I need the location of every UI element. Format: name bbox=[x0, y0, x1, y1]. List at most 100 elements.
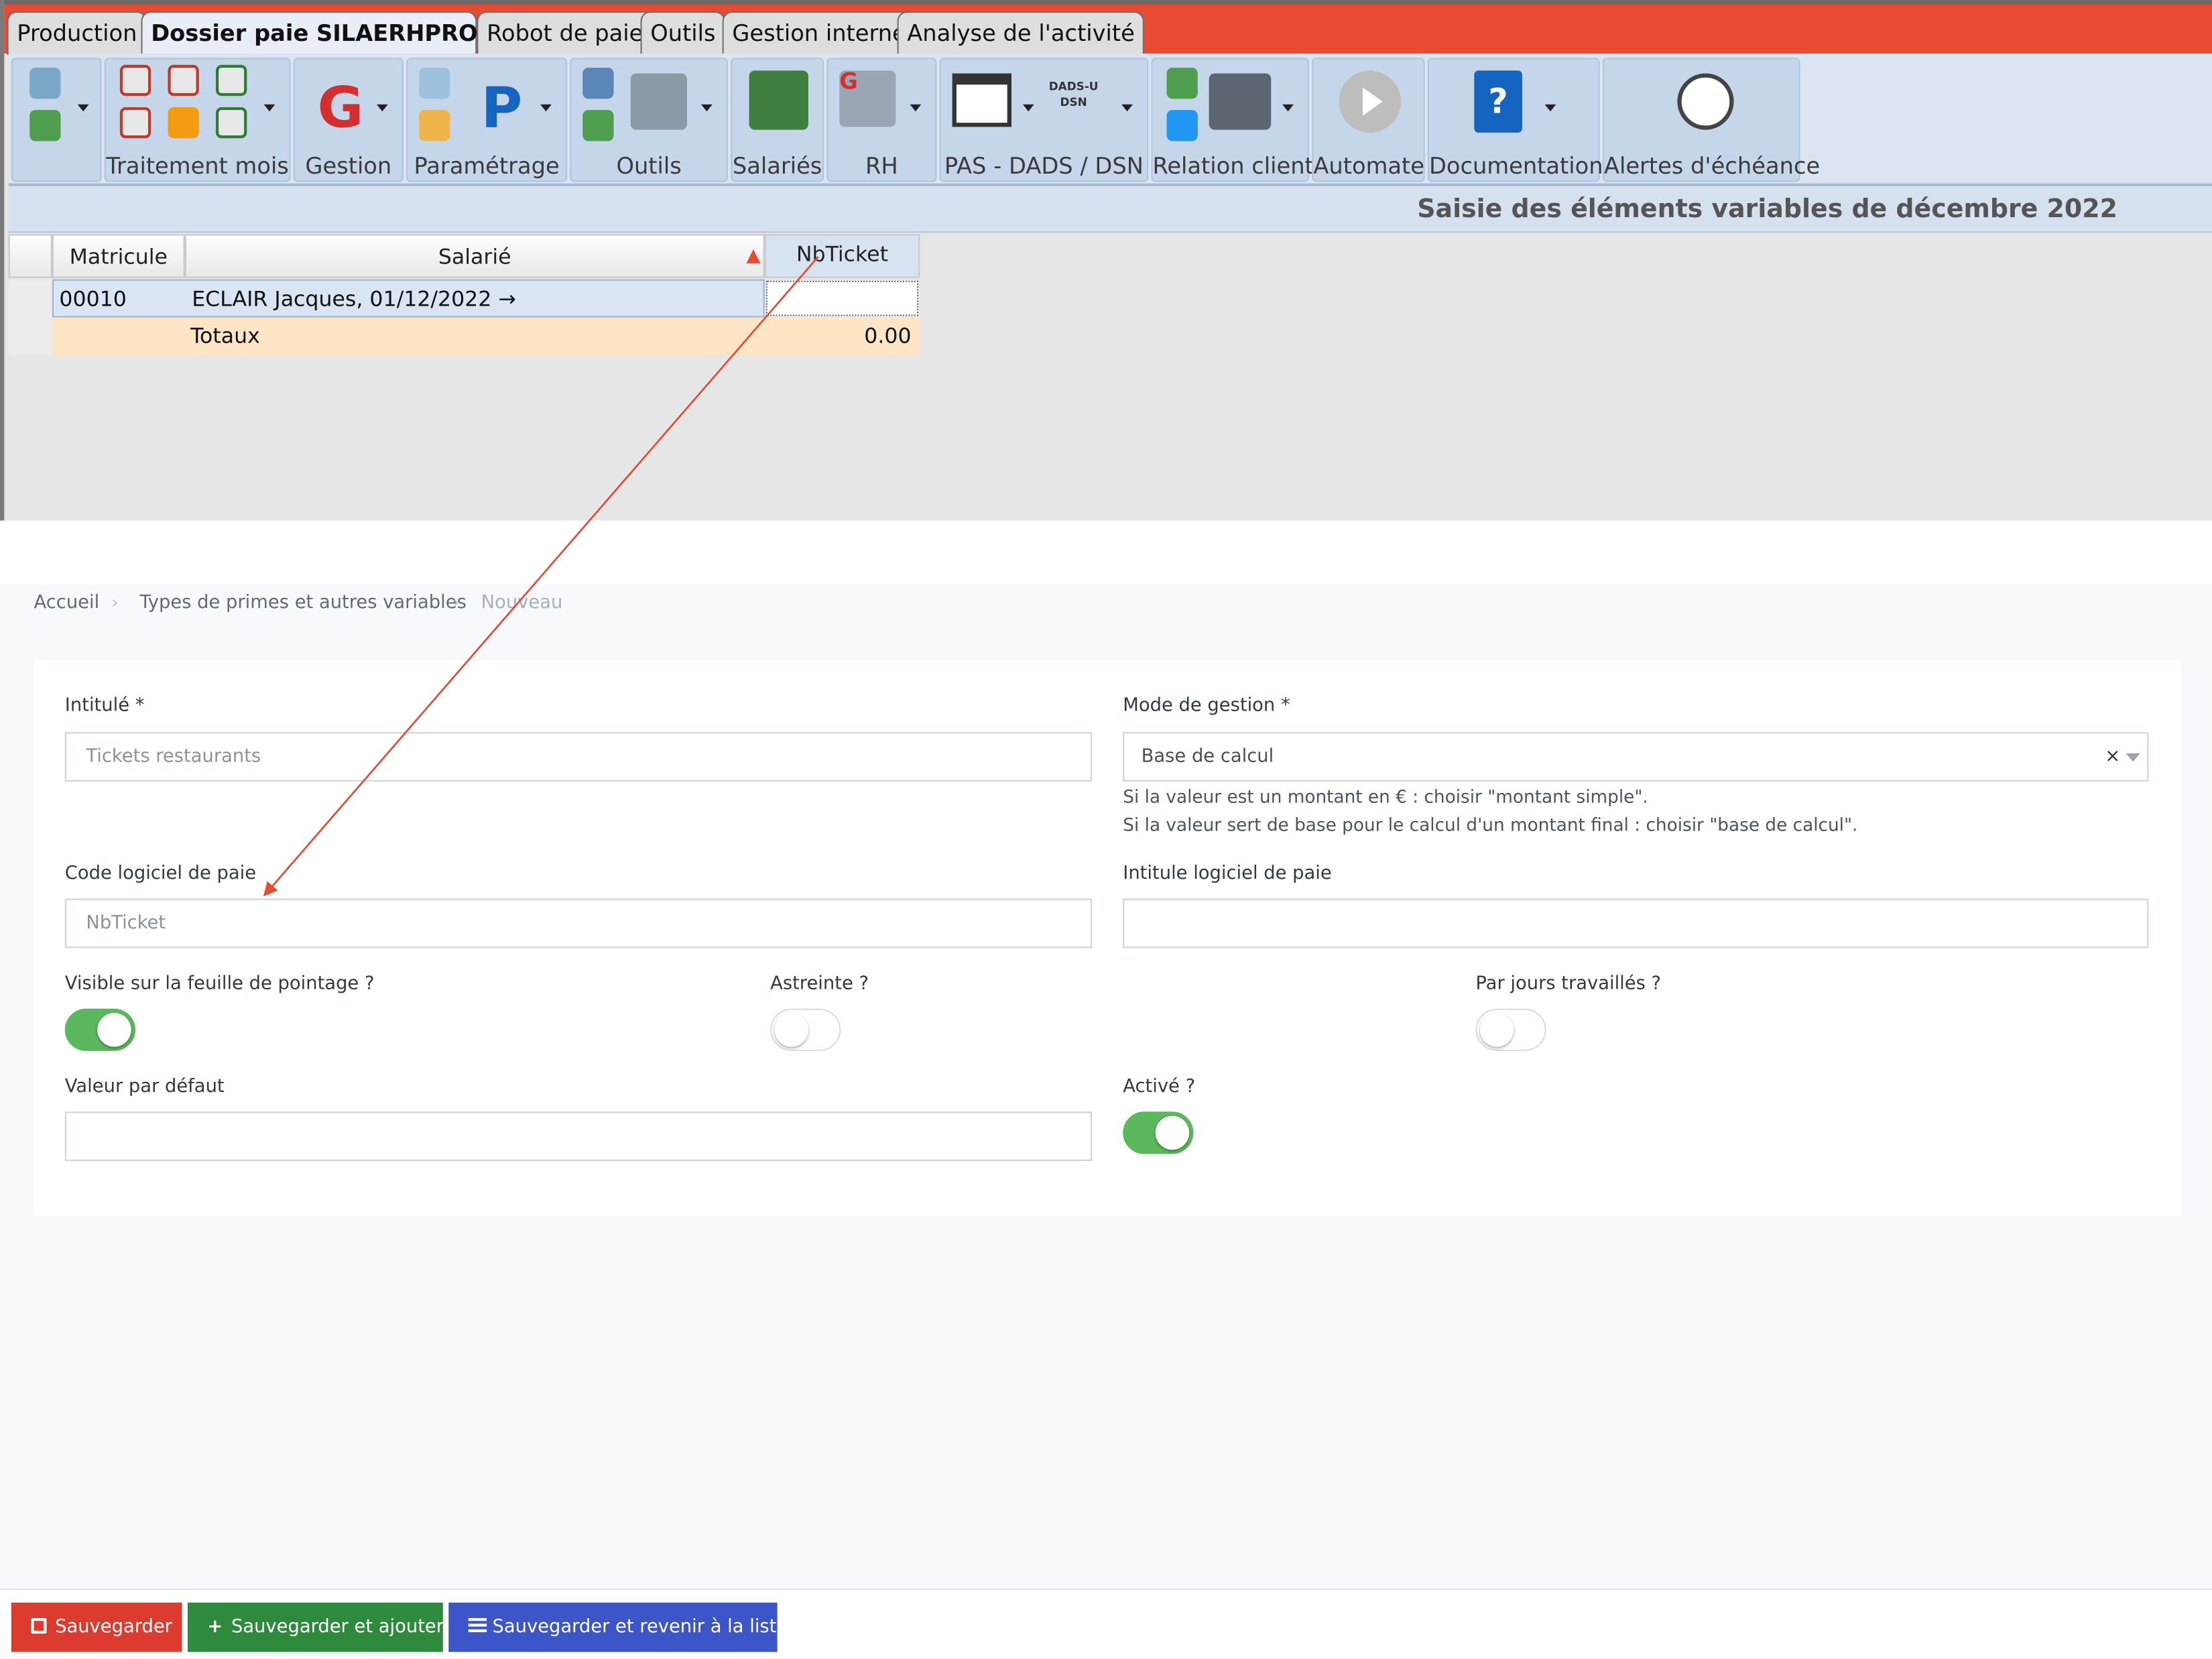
tab-outils[interactable]: Outils bbox=[640, 11, 726, 56]
employee-icon bbox=[749, 70, 808, 130]
save-and-add-button[interactable]: + Sauvegarder et ajouter bbox=[187, 1602, 444, 1652]
ribbon-group-rh[interactable]: G RH bbox=[826, 58, 937, 182]
ribbon-group-outils[interactable]: Outils bbox=[570, 58, 728, 182]
ribbon-group-gestion[interactable]: G Gestion bbox=[293, 58, 404, 182]
play-triangle bbox=[1363, 87, 1383, 116]
chevron-down-icon[interactable] bbox=[263, 104, 275, 112]
code-logiciel-label: Code logiciel de paie bbox=[64, 863, 257, 885]
column-header-matricule[interactable]: Matricule bbox=[52, 234, 185, 278]
stopwatch-icon bbox=[1677, 73, 1734, 130]
intitule-input[interactable]: Tickets restaurants bbox=[64, 732, 1092, 782]
ribbon-group-automate[interactable]: Automate bbox=[1312, 58, 1425, 182]
column-header-salarie[interactable]: Salarié ▲ bbox=[184, 234, 765, 278]
code-logiciel-input[interactable]: NbTicket bbox=[64, 898, 1092, 948]
visible-pointage-label: Visible sur la feuille de pointage ? bbox=[64, 973, 375, 995]
chevron-down-icon[interactable] bbox=[910, 104, 922, 112]
breadcrumb-separator: › bbox=[111, 592, 119, 613]
ribbon-group-label: Relation client bbox=[1152, 152, 1314, 180]
mode-gestion-hint: Si la valeur sert de base pour le calcul… bbox=[1123, 814, 1858, 835]
action-footer: Sauvegarder + Sauvegarder et ajouter Sauv… bbox=[0, 1588, 2212, 1659]
tab-bar: Production Dossier paie SILAERHPRO✕ Robo… bbox=[4, 0, 2212, 56]
toggle-knob bbox=[774, 1013, 808, 1047]
save-and-return-label: Sauvegarder et revenir à la liste bbox=[492, 1616, 788, 1638]
clear-icon[interactable]: × bbox=[2105, 733, 2120, 780]
ribbon-group-label: Paramétrage bbox=[414, 152, 560, 180]
document-icon bbox=[1166, 68, 1198, 99]
visible-pointage-toggle[interactable] bbox=[64, 1008, 136, 1051]
settings-icon bbox=[419, 68, 450, 99]
mode-gestion-label: Mode de gestion * bbox=[1123, 695, 1290, 717]
totals-row: Totaux 0.00 bbox=[52, 317, 920, 356]
valeur-defaut-label: Valeur par défaut bbox=[64, 1076, 225, 1098]
page-heading-bar: Saisie des éléments variables de décembr… bbox=[8, 186, 2212, 233]
table-row[interactable]: 00010 ECLAIR Jacques, 01/12/2022 → bbox=[52, 279, 765, 318]
mode-gestion-select[interactable]: Base de calcul × bbox=[1123, 732, 2149, 782]
people-icon bbox=[29, 110, 61, 141]
intitule-logiciel-input[interactable] bbox=[1123, 898, 2149, 948]
parametrage-p-icon: P bbox=[481, 76, 523, 141]
tab-production[interactable]: Production bbox=[7, 11, 147, 56]
chevron-down-icon[interactable] bbox=[376, 104, 388, 112]
mode-gestion-hint: Si la valeur est un montant en € : chois… bbox=[1123, 786, 1648, 807]
chevron-down-icon[interactable] bbox=[1121, 104, 1133, 112]
mode-gestion-value: Base de calcul bbox=[1141, 746, 1274, 767]
ribbon-group-label: Outils bbox=[616, 152, 682, 180]
ribbon-group-label: Alertes d'échéance bbox=[1603, 152, 1821, 180]
tab-analyse-activite[interactable]: Analyse de l'activité bbox=[897, 11, 1145, 56]
ribbon-group-parametrage[interactable]: P Paramétrage bbox=[406, 58, 568, 182]
chevron-down-icon[interactable] bbox=[2126, 753, 2140, 762]
save-and-return-button[interactable]: Sauvegarder et revenir à la liste bbox=[448, 1602, 788, 1652]
ribbon-group-label: Salariés bbox=[732, 152, 822, 180]
chevron-down-icon[interactable] bbox=[1544, 104, 1556, 112]
row-selector bbox=[8, 317, 52, 356]
column-label: Salarié bbox=[438, 244, 511, 269]
grid-corner bbox=[8, 234, 52, 278]
rh-g-icon: G bbox=[839, 68, 858, 95]
active-toggle[interactable] bbox=[1123, 1111, 1194, 1154]
chevron-down-icon[interactable] bbox=[77, 104, 89, 112]
tab-label: Analyse de l'activité bbox=[907, 19, 1135, 47]
row-selector[interactable] bbox=[8, 279, 52, 318]
ribbon-group-label: Documentation bbox=[1428, 152, 1603, 180]
ribbon-group-pas-dads-dsn[interactable]: DADS-U DSN PAS - DADS / DSN bbox=[939, 58, 1149, 182]
breadcrumb-home-link[interactable]: Accueil bbox=[34, 593, 100, 614]
chevron-down-icon[interactable] bbox=[1282, 104, 1294, 112]
ribbon-group-relation-client[interactable]: Relation client bbox=[1151, 58, 1314, 182]
calendar-icon bbox=[119, 64, 151, 97]
ribbon-group-label: RH bbox=[865, 152, 898, 180]
totals-value: 0.00 bbox=[864, 322, 912, 349]
screenshot-frame: Production Dossier paie SILAERHPRO✕ Robo… bbox=[0, 0, 2212, 1659]
column-header-nbticket[interactable]: NbTicket bbox=[764, 234, 920, 278]
ribbon-group-label: Automate bbox=[1313, 152, 1424, 180]
chevron-down-icon[interactable] bbox=[540, 104, 552, 112]
breadcrumb-types-link[interactable]: Types de primes et autres variables bbox=[139, 593, 467, 614]
intitule-label: Intitulé * bbox=[64, 695, 145, 717]
toggle-knob bbox=[1479, 1013, 1514, 1047]
valeur-defaut-input[interactable] bbox=[64, 1111, 1092, 1162]
cell-nbticket-input[interactable] bbox=[765, 280, 919, 316]
par-jours-toggle[interactable] bbox=[1475, 1008, 1546, 1051]
chevron-down-icon[interactable] bbox=[1022, 104, 1034, 112]
cell-matricule: 00010 bbox=[59, 286, 127, 312]
tab-dossier-paie[interactable]: Dossier paie SILAERHPRO✕ bbox=[141, 11, 513, 56]
euro-check-icon bbox=[216, 107, 247, 139]
user-tools-icon bbox=[582, 68, 614, 99]
tab-robot-de-paie[interactable]: Robot de paie bbox=[477, 11, 654, 56]
play-icon bbox=[1339, 70, 1401, 133]
ribbon-group-documentation[interactable]: ? Documentation bbox=[1427, 58, 1603, 182]
gestion-g-icon: G bbox=[317, 76, 364, 141]
list-icon bbox=[468, 1617, 487, 1633]
chevron-down-icon[interactable] bbox=[700, 104, 713, 112]
ribbon-group-label: Traitement mois bbox=[106, 152, 289, 180]
ribbon-group-salaries[interactable]: Salariés bbox=[731, 58, 824, 182]
breadcrumb-current: Nouveau bbox=[481, 592, 563, 614]
save-button[interactable]: Sauvegarder bbox=[11, 1602, 182, 1652]
ribbon-toolbar: Traitement mois G Gestion P Paramétrage … bbox=[8, 53, 2212, 186]
ribbon-group-accueil[interactable] bbox=[11, 58, 102, 182]
intitule-logiciel-label: Intitule logiciel de paie bbox=[1123, 863, 1332, 885]
tab-gestion-interne[interactable]: Gestion interne bbox=[722, 11, 916, 56]
astreinte-toggle[interactable] bbox=[770, 1008, 841, 1051]
ribbon-group-traitement-mois[interactable]: Traitement mois bbox=[104, 58, 291, 182]
column-label: NbTicket bbox=[796, 241, 888, 267]
ribbon-group-alertes[interactable]: Alertes d'échéance bbox=[1602, 58, 1821, 182]
